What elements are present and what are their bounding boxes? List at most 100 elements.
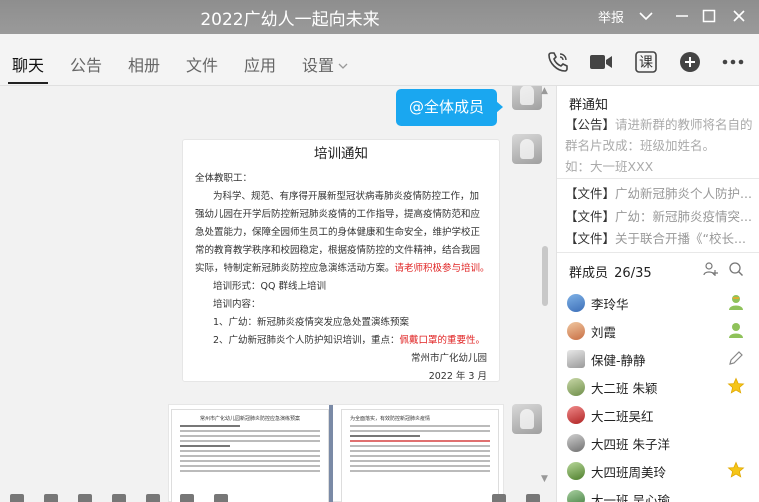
tab-apps[interactable]: 应用 [244, 52, 276, 76]
member-item[interactable]: 大四班 朱子洋 [567, 432, 752, 454]
gift-icon[interactable] [180, 494, 194, 502]
avatar[interactable] [512, 404, 542, 434]
divider [557, 252, 759, 253]
emoji-icon[interactable] [10, 494, 24, 502]
tab-settings[interactable]: 设置 [302, 52, 348, 76]
file-item[interactable]: 【文件】关于联合开播《“校长... [565, 228, 755, 247]
member-item[interactable]: 大二班吴红 [567, 404, 752, 426]
doc-red-text: 佩戴口罩的重要性。 [399, 335, 486, 346]
more-icon[interactable] [720, 49, 746, 75]
doc-date: 2022 年 3 月 [428, 371, 487, 382]
doc-title: 培训通知 [314, 146, 368, 162]
tab-announcement[interactable]: 公告 [70, 52, 102, 76]
folder-icon[interactable] [112, 494, 126, 502]
avatar [567, 378, 585, 396]
group-info-panel: 群通知 【公告】请进新群的教师将名自的群名片改成：班级加姓名。 如：大一班XXX… [556, 86, 759, 502]
doc-signature: 常州市广化幼儿园 [410, 353, 487, 364]
member-item[interactable]: 李玲华 [567, 292, 752, 314]
doc-page-thumbnail: 为全面落实，有效防控新冠肺炎疫情 [341, 409, 499, 502]
members-header: 群成员 26/35 [569, 262, 652, 281]
screenshot-icon[interactable] [78, 494, 92, 502]
tab-bar: 聊天 公告 相册 文件 应用 设置 课 [0, 34, 759, 86]
tab-settings-label: 设置 [302, 56, 335, 75]
doc-line: 1、广幼：新冠肺炎疫情突发应急处置演练预案 [213, 317, 410, 328]
member-name: 大二班 朱颖 [591, 381, 658, 396]
mention-all-message[interactable]: @全体成员 [396, 89, 504, 126]
training-notice-image[interactable]: 培训通知 全体教职工： 为科学、规范、有序得开展新型冠状病毒肺炎疫情防控工作，加… [182, 139, 500, 382]
member-item[interactable]: 大一班 吴心瑜 [567, 488, 752, 502]
minimize-icon[interactable] [670, 5, 694, 27]
notice-example: 如：大一班XXX [565, 159, 654, 174]
file-tag: 【文件】 [565, 186, 616, 201]
notice-tag: 【公告】 [565, 117, 616, 132]
members-count: 26/35 [614, 266, 652, 281]
file-name: 广幼：新冠肺炎疫情突... [615, 209, 752, 224]
history-icon[interactable] [526, 494, 540, 502]
member-name: 刘霞 [591, 325, 617, 340]
doc-line: 全体教职工： [195, 173, 253, 184]
avatar [567, 350, 585, 368]
input-toolbar [0, 494, 555, 502]
video-icon[interactable] [588, 49, 614, 75]
members-title: 群成员 [569, 266, 609, 281]
chevron-down-icon [338, 60, 348, 73]
maximize-icon[interactable] [697, 5, 721, 27]
title-bar: 2022广幼人一起向未来 举报 [0, 0, 759, 34]
member-item[interactable]: 保健-静静 [567, 348, 752, 370]
image-icon[interactable] [146, 494, 160, 502]
scroll-up-icon[interactable]: ▲ [541, 86, 548, 96]
member-item[interactable]: 大四班周美玲 [567, 460, 752, 482]
avatar [567, 294, 585, 312]
chat-area[interactable]: @全体成员 培训通知 全体教职工： 为科学、规范、有序得开展新型冠状病毒肺炎疫情… [0, 86, 555, 502]
document-pages-image[interactable]: 常州市广化幼儿园新冠肺炎防控应急演练预案 为全面落实，有效防控新冠肺炎疫情 [168, 404, 504, 502]
doc-line: 急处置能力，保障全园师生员工的身体健康和生命安全，维护学校正 [195, 227, 481, 238]
thumb-title: 为全面落实，有效防控新冠肺炎疫情 [350, 416, 431, 422]
file-item[interactable]: 【文件】广幼：新冠肺炎疫情突... [565, 206, 755, 225]
member-item[interactable]: 大二班 朱颖 [567, 376, 752, 398]
edit-icon[interactable] [727, 349, 745, 367]
window-title: 2022广幼人一起向未来 [200, 10, 380, 30]
expand-icon[interactable] [492, 494, 506, 502]
close-icon[interactable] [727, 5, 751, 27]
chat-scrollbar[interactable] [542, 246, 548, 306]
scroll-down-icon[interactable]: ▼ [541, 474, 548, 484]
report-button[interactable]: 举报 [598, 7, 624, 26]
more-tools-icon[interactable] [214, 494, 228, 502]
admin-icon [727, 321, 745, 339]
doc-line-with-red: 2、广幼新冠肺炎个人防护知识培训，重点：佩戴口罩的重要性。 [195, 332, 493, 350]
member-item[interactable]: 刘霞 [567, 320, 752, 342]
phone-icon[interactable] [545, 49, 571, 75]
gif-icon[interactable] [44, 494, 58, 502]
doc-red-text: 请老师积极参与培训。 [394, 263, 490, 274]
file-name: 关于联合开播《“校长... [615, 231, 746, 246]
tab-files[interactable]: 文件 [186, 52, 218, 76]
avatar [567, 462, 585, 480]
avatar[interactable] [512, 134, 542, 164]
file-item[interactable]: 【文件】广幼新冠肺炎个人防护... [565, 183, 755, 202]
star-icon [727, 461, 745, 479]
doc-line: 培训内容： [213, 299, 261, 310]
course-icon[interactable]: 课 [633, 49, 659, 75]
thumb-title: 常州市广化幼儿园新冠肺炎防控应急演练预案 [199, 416, 300, 422]
divider [557, 178, 759, 179]
file-tag: 【文件】 [565, 209, 616, 224]
avatar [567, 406, 585, 424]
star-icon [727, 377, 745, 395]
add-member-icon[interactable] [703, 261, 721, 279]
avatar [567, 434, 585, 452]
member-name: 大一班 吴心瑜 [591, 493, 670, 502]
member-name: 李玲华 [591, 297, 629, 312]
chevron-down-icon[interactable] [634, 5, 658, 27]
group-notice[interactable]: 【公告】请进新群的教师将名自的群名片改成：班级加姓名。 如：大一班XXX [565, 114, 755, 177]
avatar[interactable] [512, 86, 542, 110]
member-name: 大二班吴红 [591, 409, 654, 424]
file-name: 广幼新冠肺炎个人防护... [615, 186, 752, 201]
doc-page-thumbnail: 常州市广化幼儿园新冠肺炎防控应急演练预案 [171, 409, 329, 502]
active-tab-indicator [8, 82, 48, 84]
doc-line: 强幼儿园在开学后防控新冠肺炎疫情的工作指导，提高疫情防范和应 [195, 209, 481, 220]
tab-chat[interactable]: 聊天 [12, 52, 44, 76]
tab-album[interactable]: 相册 [128, 52, 160, 76]
add-icon[interactable] [677, 49, 703, 75]
avatar [567, 322, 585, 340]
search-icon[interactable] [728, 261, 746, 279]
